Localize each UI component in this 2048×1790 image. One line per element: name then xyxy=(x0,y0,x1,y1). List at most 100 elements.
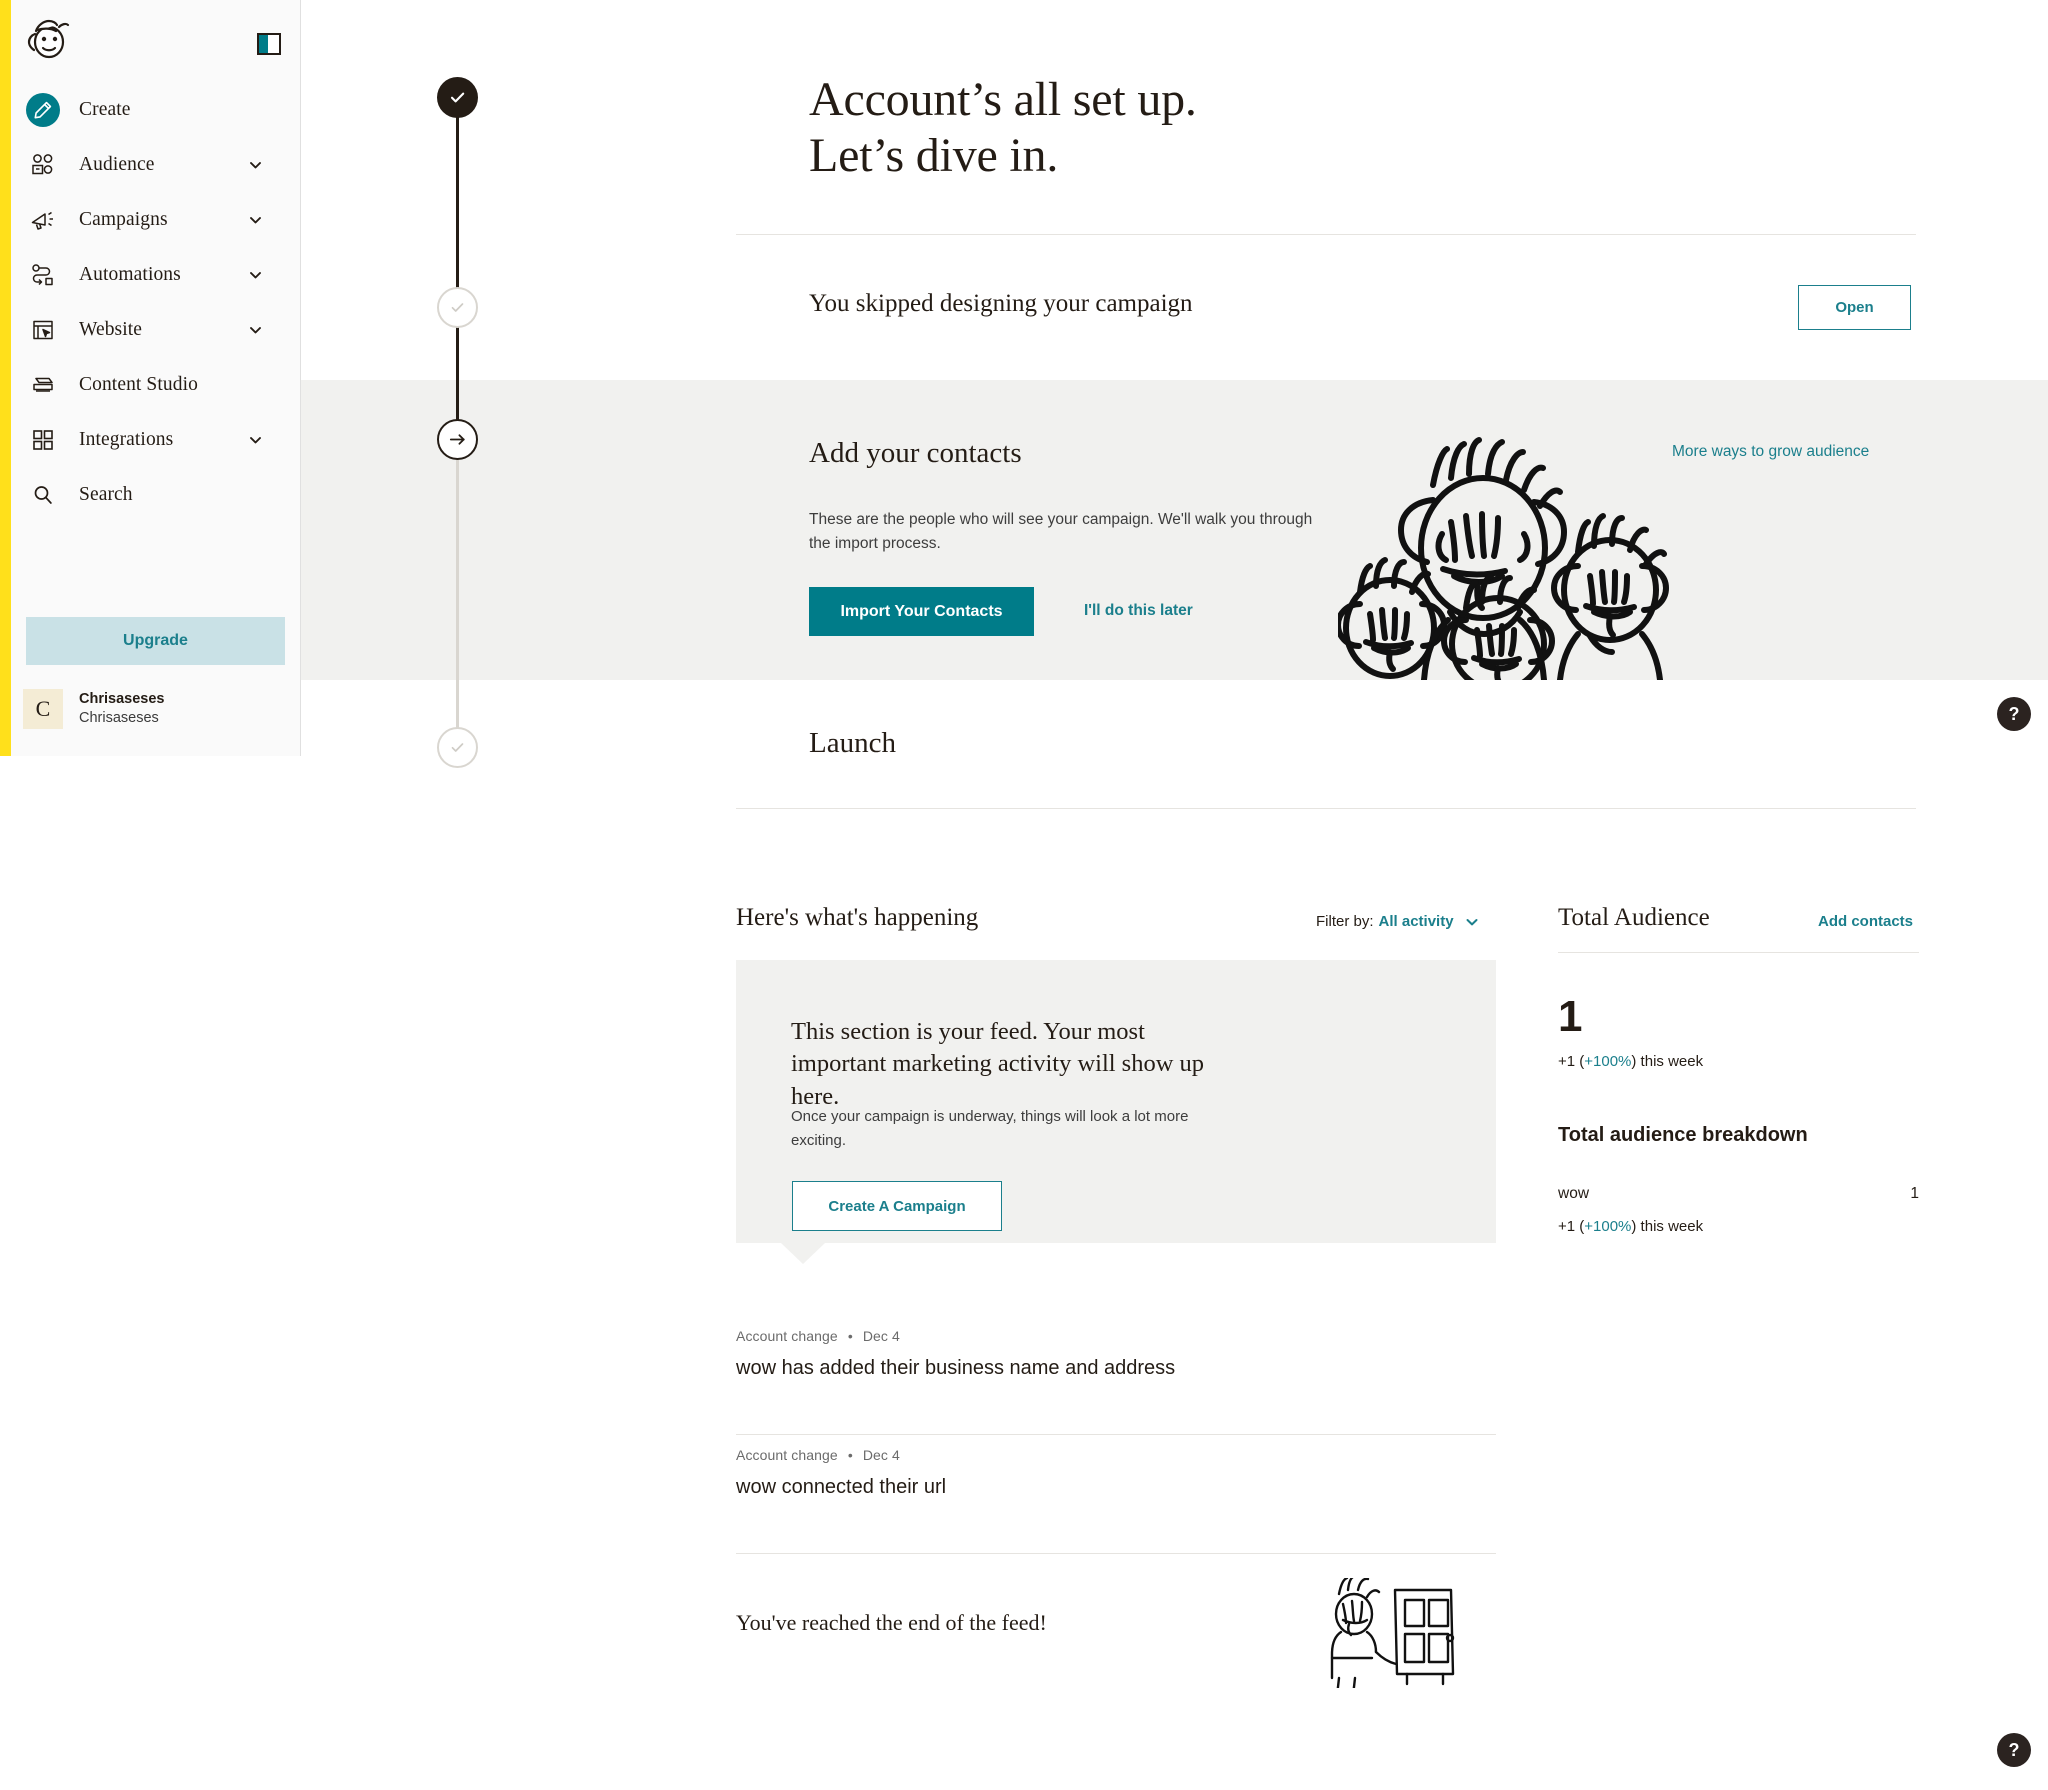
step-title-design: You skipped designing your campaign xyxy=(809,290,1193,317)
step-bullet-design xyxy=(437,287,478,328)
activity-item[interactable]: Account change • Dec 4 wow connected the… xyxy=(736,1447,1496,1499)
breakdown-name: wow xyxy=(1558,1185,1590,1202)
website-window-icon xyxy=(26,313,60,347)
question-mark-icon: ? xyxy=(2008,703,2020,724)
create-campaign-button[interactable]: Create A Campaign xyxy=(792,1181,1002,1231)
activity-date: Dec 4 xyxy=(862,1447,900,1463)
import-contacts-button[interactable]: Import Your Contacts xyxy=(809,587,1034,636)
grid-squares-icon xyxy=(26,423,60,457)
total-audience-divider xyxy=(1558,952,1919,953)
activity-divider xyxy=(736,1434,1496,1435)
open-button-label: Open xyxy=(1835,299,1874,316)
sidebar-item-create[interactable]: Create xyxy=(0,82,301,137)
megaphone-icon xyxy=(26,203,60,237)
help-button[interactable]: ? xyxy=(1997,1733,2031,1767)
sidebar-item-integrations[interactable]: Integrations xyxy=(0,412,301,467)
delta-suffix: ) this week xyxy=(1631,1218,1704,1235)
delta-percent: +100% xyxy=(1584,1218,1632,1235)
sidebar-item-website[interactable]: Website xyxy=(0,302,301,357)
page-title: Account’s all set up. Let’s dive in. xyxy=(809,72,1197,184)
activity-divider xyxy=(736,1553,1496,1554)
sidebar-item-automations[interactable]: Automations xyxy=(0,247,301,302)
open-button[interactable]: Open xyxy=(1798,285,1911,330)
sidebar-item-label: Automations xyxy=(79,263,181,285)
account-switcher[interactable]: C Chrisaseses Chrisaseses xyxy=(23,689,164,729)
hero-line-2: Let’s dive in. xyxy=(809,129,1059,183)
timeline-connector-bottom xyxy=(456,458,459,733)
main-content: Account’s all set up. Let’s dive in. You… xyxy=(301,0,2048,1790)
chevron-down-icon[interactable] xyxy=(248,157,263,172)
add-contacts-link[interactable]: Add contacts xyxy=(1818,913,1913,930)
chevron-down-icon[interactable] xyxy=(248,432,263,447)
question-mark-icon: ? xyxy=(2008,1739,2020,1760)
timeline-connector-top xyxy=(456,96,459,295)
chevron-down-icon[interactable] xyxy=(248,267,263,282)
chevron-down-icon[interactable] xyxy=(248,212,263,227)
help-button[interactable]: ? xyxy=(1997,697,2031,731)
mailchimp-logo-icon[interactable] xyxy=(26,18,72,62)
delta-prefix: +1 ( xyxy=(1558,1053,1585,1070)
automation-flow-icon xyxy=(26,258,60,292)
sidebar-header xyxy=(0,0,300,78)
sidebar: Create Audience Campaigns Automations We… xyxy=(0,0,301,756)
chevron-down-icon[interactable] xyxy=(248,322,263,337)
step-description-contacts: These are the people who will see your c… xyxy=(809,511,1313,553)
panel-collapse-icon[interactable] xyxy=(257,33,281,55)
activity-date: Dec 4 xyxy=(862,1328,900,1344)
pencil-icon xyxy=(26,92,60,127)
audience-people-icon xyxy=(26,148,60,182)
sidebar-item-content-studio[interactable]: Content Studio xyxy=(0,357,301,412)
onboarding-bottom-divider xyxy=(736,808,1916,809)
person-with-door-illustration xyxy=(1321,1574,1471,1698)
activity-separator: • xyxy=(847,1328,853,1344)
account-name: Chrisaseses xyxy=(79,690,165,707)
feed-filter-label: Filter by: xyxy=(1316,913,1374,930)
step-bullet-complete xyxy=(437,77,478,118)
content-studio-icon xyxy=(26,368,60,402)
end-of-feed-text: You've reached the end of the feed! xyxy=(736,1610,1047,1635)
sidebar-item-label: Content Studio xyxy=(79,373,198,395)
step-title-contacts: Add your contacts xyxy=(809,437,1022,469)
audience-breakdown-row: wow 1 xyxy=(1558,1185,1919,1203)
sidebar-item-label: Integrations xyxy=(79,428,174,450)
sidebar-item-search[interactable]: Search xyxy=(0,467,301,522)
activity-meta: Account change • Dec 4 xyxy=(736,1328,1496,1344)
total-audience-title: Total Audience xyxy=(1558,904,1710,931)
feed-empty-card-tail xyxy=(781,1243,825,1264)
crowd-of-faces-illustration xyxy=(1338,430,1718,680)
activity-item[interactable]: Account change • Dec 4 wow has added the… xyxy=(736,1328,1496,1380)
breakdown-count: 1 xyxy=(1910,1185,1919,1202)
avatar: C xyxy=(23,689,63,729)
breakdown-delta: +1 (+100%) this week xyxy=(1558,1218,1703,1235)
search-icon xyxy=(26,478,60,512)
do-this-later-link[interactable]: I'll do this later xyxy=(1084,602,1193,620)
feed-empty-subtitle: Once your campaign is underway, things w… xyxy=(791,1108,1189,1149)
sidebar-item-audience[interactable]: Audience xyxy=(0,137,301,192)
feed-filter[interactable]: Filter by: All activity xyxy=(1316,913,1479,930)
activity-separator: • xyxy=(847,1447,853,1463)
step-title-launch: Launch xyxy=(809,727,896,759)
delta-suffix: ) this week xyxy=(1631,1053,1704,1070)
sidebar-item-campaigns[interactable]: Campaigns xyxy=(0,192,301,247)
hero-line-1: Account’s all set up. xyxy=(809,73,1197,126)
sidebar-item-label: Create xyxy=(79,98,131,120)
total-audience-count: 1 xyxy=(1558,992,1583,1041)
delta-prefix: +1 ( xyxy=(1558,1218,1585,1235)
sidebar-item-label: Campaigns xyxy=(79,208,168,230)
sidebar-item-label: Audience xyxy=(79,153,155,175)
activity-text: wow connected their url xyxy=(736,1476,947,1498)
sidebar-item-label: Website xyxy=(79,318,143,340)
step-bullet-launch xyxy=(437,727,478,768)
feed-filter-value: All activity xyxy=(1378,913,1454,930)
activity-text: wow has added their business name and ad… xyxy=(736,1357,1176,1379)
feed-empty-title: This section is your feed. Your most imp… xyxy=(791,1018,1205,1110)
account-subtitle: Chrisaseses xyxy=(79,710,159,726)
hero-divider xyxy=(736,234,1916,235)
feed-heading: Here's what's happening xyxy=(736,904,979,931)
sidebar-nav: Create Audience Campaigns Automations We… xyxy=(0,82,301,522)
step-bullet-contacts xyxy=(437,419,478,460)
upgrade-label: Upgrade xyxy=(123,632,188,649)
upgrade-button[interactable]: Upgrade xyxy=(26,617,285,665)
total-audience-delta: +1 (+100%) this week xyxy=(1558,1053,1703,1070)
activity-meta: Account change • Dec 4 xyxy=(736,1447,1496,1463)
